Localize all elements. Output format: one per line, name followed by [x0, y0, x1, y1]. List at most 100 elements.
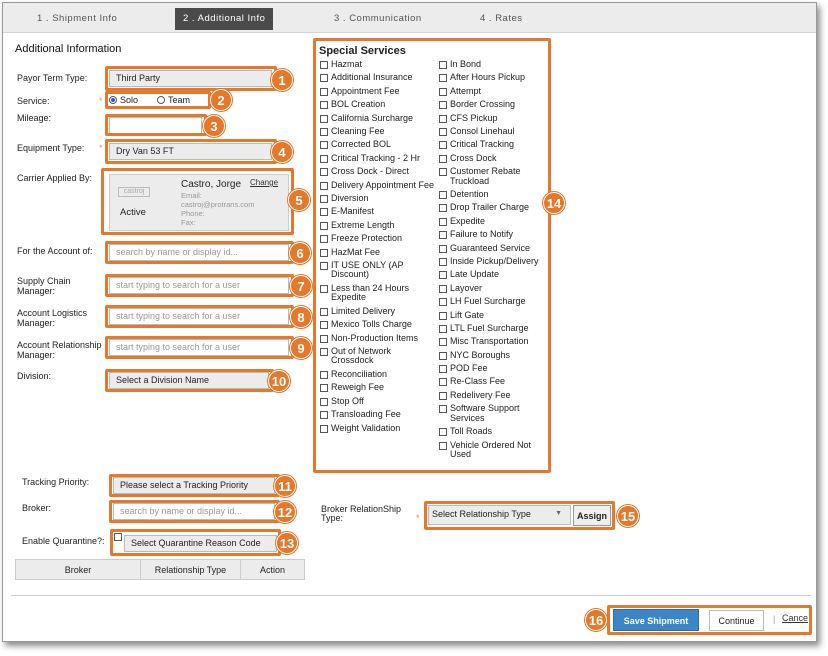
tab-shipment-info[interactable]: 1 . Shipment Info: [37, 8, 117, 30]
special-service-item[interactable]: IT USE ONLY (AP Discount): [320, 260, 435, 280]
special-service-item[interactable]: Limited Delivery: [320, 306, 435, 317]
special-service-item[interactable]: After Hours Pickup: [439, 73, 554, 83]
special-service-item[interactable]: Additional Insurance: [320, 73, 435, 83]
special-service-item[interactable]: Reweigh Fee: [320, 383, 435, 393]
special-service-item[interactable]: Toll Roads: [439, 427, 554, 437]
special-service-item[interactable]: Diversion: [320, 194, 435, 204]
special-service-checkbox[interactable]: [439, 141, 447, 150]
special-service-checkbox[interactable]: [439, 101, 447, 110]
special-service-item[interactable]: Transloading Fee: [320, 410, 435, 420]
special-service-item[interactable]: Redelivery Fee: [439, 390, 554, 401]
special-service-item[interactable]: Failure to Notify: [439, 230, 554, 240]
special-service-item[interactable]: HazMat Fee: [320, 247, 435, 258]
special-service-checkbox[interactable]: [320, 411, 328, 420]
special-service-checkbox[interactable]: [320, 370, 328, 379]
special-service-checkbox[interactable]: [439, 428, 447, 437]
special-service-checkbox[interactable]: [320, 208, 328, 217]
special-service-checkbox[interactable]: [439, 338, 447, 347]
special-service-item[interactable]: Misc Transportation: [439, 337, 554, 347]
special-service-item[interactable]: Weight Validation: [320, 423, 435, 434]
special-service-checkbox[interactable]: [439, 324, 447, 333]
special-service-checkbox[interactable]: [439, 74, 447, 83]
special-service-item[interactable]: Out of Network Crossdock: [320, 346, 435, 366]
special-service-item[interactable]: Drop Trailer Charge: [439, 203, 554, 213]
special-service-checkbox[interactable]: [320, 168, 328, 177]
special-service-item[interactable]: Vehicle Ordered Not Used: [439, 440, 554, 460]
special-service-checkbox[interactable]: [439, 365, 447, 374]
special-service-item[interactable]: Guaranteed Service: [439, 243, 554, 254]
special-service-checkbox[interactable]: [439, 61, 447, 69]
special-service-item[interactable]: In Bond: [439, 59, 554, 70]
special-service-checkbox[interactable]: [439, 244, 447, 253]
special-service-checkbox[interactable]: [439, 284, 447, 293]
special-service-checkbox[interactable]: [439, 391, 447, 400]
special-service-checkbox[interactable]: [320, 101, 328, 110]
special-service-item[interactable]: Lift Gate: [439, 310, 554, 321]
special-service-checkbox[interactable]: [439, 405, 447, 414]
special-service-checkbox[interactable]: [320, 61, 328, 69]
special-service-checkbox[interactable]: [439, 114, 447, 123]
special-service-checkbox[interactable]: [439, 271, 447, 280]
special-service-item[interactable]: Cross Dock - Direct: [320, 167, 435, 177]
special-service-checkbox[interactable]: [320, 154, 328, 163]
special-service-checkbox[interactable]: [439, 127, 447, 136]
special-service-item[interactable]: Software Support Services: [439, 404, 554, 423]
special-service-checkbox[interactable]: [439, 204, 447, 213]
special-service-item[interactable]: Critical Tracking - 2 Hr: [320, 153, 435, 164]
special-service-checkbox[interactable]: [439, 231, 447, 240]
special-service-item[interactable]: Hazmat: [320, 59, 435, 70]
special-service-checkbox[interactable]: [320, 397, 328, 406]
special-service-item[interactable]: Non-Production Items: [320, 333, 435, 344]
special-service-checkbox[interactable]: [439, 191, 447, 200]
special-service-item[interactable]: LTL Fuel Surcharge: [439, 323, 554, 334]
special-service-item[interactable]: POD Fee: [439, 364, 554, 374]
special-service-item[interactable]: Delivery Appointment Fee: [320, 180, 435, 191]
tab-additional-info[interactable]: 2 . Additional Info: [175, 8, 274, 30]
special-service-checkbox[interactable]: [439, 154, 447, 163]
special-service-checkbox[interactable]: [439, 87, 447, 96]
special-service-checkbox[interactable]: [439, 217, 447, 226]
special-service-checkbox[interactable]: [320, 384, 328, 393]
special-service-checkbox[interactable]: [320, 114, 328, 123]
special-service-checkbox[interactable]: [320, 127, 328, 136]
special-service-item[interactable]: Less than 24 Hours Expedite: [320, 283, 435, 303]
special-service-item[interactable]: Late Update: [439, 270, 554, 280]
special-service-item[interactable]: BOL Creation: [320, 100, 435, 110]
special-service-checkbox[interactable]: [320, 221, 328, 230]
special-service-item[interactable]: Cleaning Fee: [320, 126, 435, 137]
special-service-item[interactable]: Detention: [439, 190, 554, 200]
special-service-checkbox[interactable]: [320, 321, 328, 330]
special-service-item[interactable]: E-Manifest: [320, 207, 435, 217]
special-service-item[interactable]: Consol Linehaul: [439, 126, 554, 137]
special-service-checkbox[interactable]: [439, 298, 447, 307]
special-service-item[interactable]: Customer Rebate Truckload: [439, 166, 554, 186]
special-service-checkbox[interactable]: [439, 441, 447, 450]
special-service-item[interactable]: Expedite: [439, 216, 554, 227]
special-service-checkbox[interactable]: [439, 257, 447, 266]
special-service-item[interactable]: Critical Tracking: [439, 140, 554, 150]
special-service-checkbox[interactable]: [439, 378, 447, 387]
special-service-item[interactable]: Stop Off: [320, 396, 435, 407]
special-service-item[interactable]: Freeze Protection: [320, 234, 435, 244]
special-service-checkbox[interactable]: [439, 168, 447, 177]
special-service-checkbox[interactable]: [439, 311, 447, 320]
special-service-checkbox[interactable]: [320, 347, 328, 356]
special-service-item[interactable]: NYC Boroughs: [439, 350, 554, 361]
special-service-checkbox[interactable]: [320, 307, 328, 316]
special-service-item[interactable]: Extreme Length: [320, 220, 435, 231]
special-service-item[interactable]: LH Fuel Surcharge: [439, 297, 554, 307]
tab-rates[interactable]: 4 . Rates: [480, 8, 523, 30]
special-service-checkbox[interactable]: [320, 248, 328, 257]
special-service-item[interactable]: Border Crossing: [439, 100, 554, 110]
special-service-checkbox[interactable]: [320, 74, 328, 83]
special-service-item[interactable]: Appointment Fee: [320, 86, 435, 97]
special-service-item[interactable]: Inside Pickup/Delivery: [439, 256, 554, 267]
special-service-item[interactable]: Layover: [439, 283, 554, 294]
special-service-item[interactable]: Reconciliation: [320, 369, 435, 380]
special-service-item[interactable]: Corrected BOL: [320, 140, 435, 150]
special-service-checkbox[interactable]: [320, 195, 328, 204]
tab-communication[interactable]: 3 . Communication: [334, 8, 422, 30]
special-service-checkbox[interactable]: [320, 87, 328, 96]
special-service-item[interactable]: Mexico Tolls Charge: [320, 320, 435, 330]
special-service-item[interactable]: CFS Pickup: [439, 113, 554, 124]
